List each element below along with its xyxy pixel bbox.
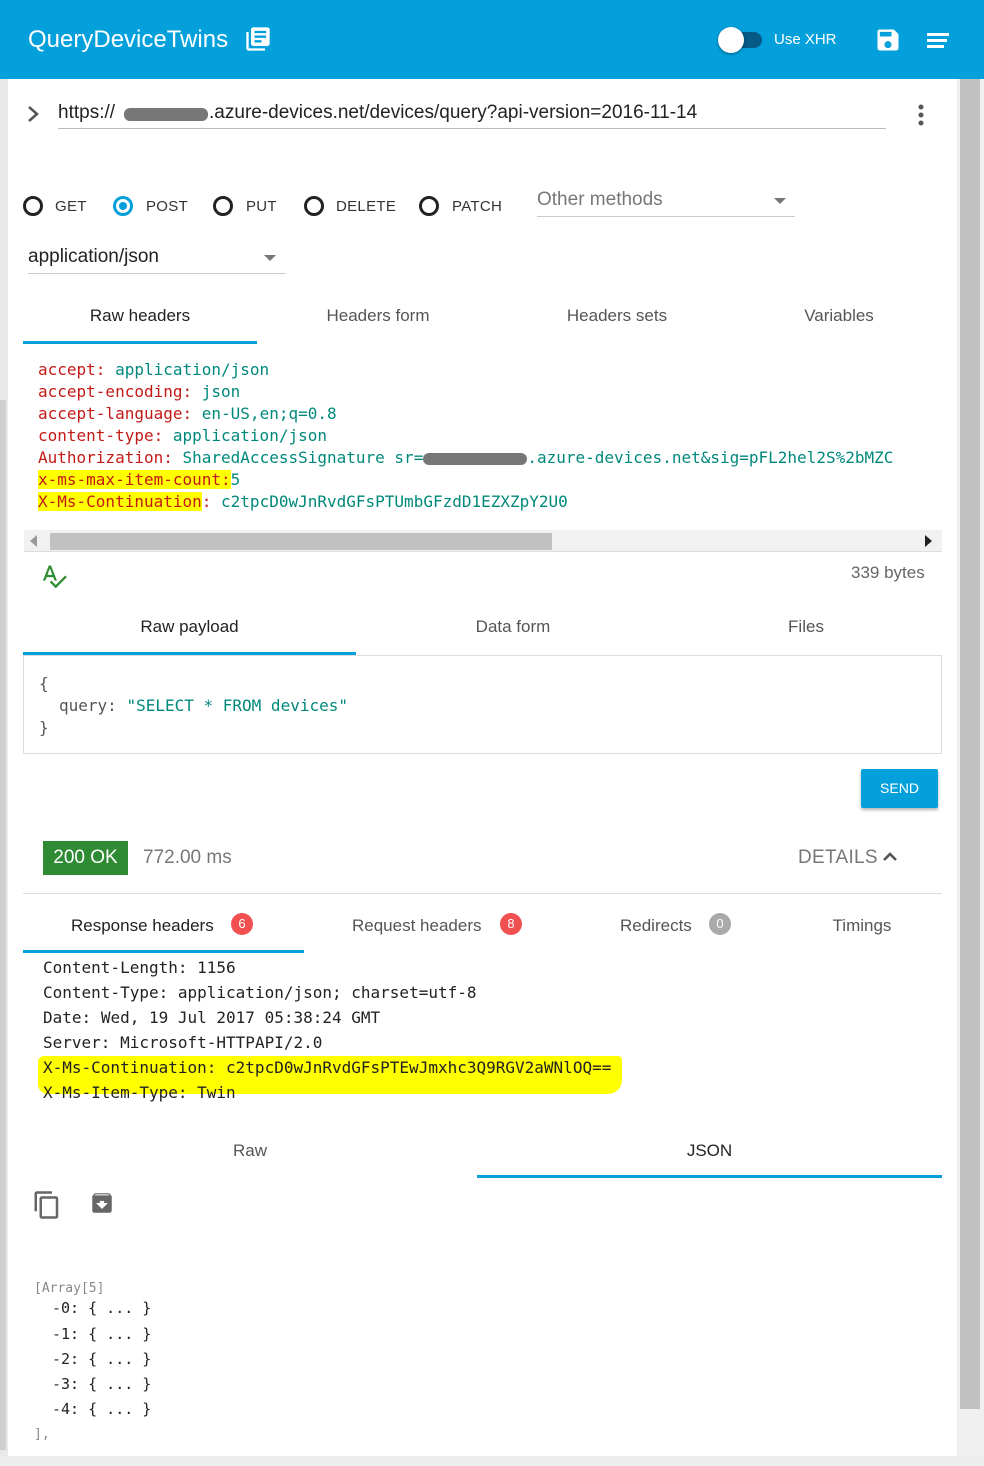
tab-indicator	[23, 950, 304, 953]
expand-url-icon[interactable]	[24, 103, 42, 125]
toggle-knob	[718, 27, 744, 53]
count-badge: 0	[709, 913, 731, 935]
tab-data-form[interactable]: Data form	[356, 617, 670, 637]
redacted-hostname	[423, 452, 528, 465]
horizontal-scrollbar[interactable]	[24, 530, 942, 552]
divider	[23, 893, 942, 894]
send-button[interactable]: SEND	[861, 769, 938, 808]
url-suffix: .azure-devices.net/devices/query?api-ver…	[209, 102, 698, 123]
method-get-radio[interactable]	[23, 196, 43, 216]
use-xhr-label: Use XHR	[774, 31, 837, 48]
response-header-line: X-Ms-Item-Type: Twin	[43, 1083, 236, 1102]
tab-raw-payload[interactable]: Raw payload	[23, 617, 356, 637]
details-toggle[interactable]: DETAILS	[798, 847, 878, 869]
tab-label: Redirects	[620, 916, 692, 935]
status-badge: 200 OK	[43, 841, 128, 875]
dropdown-caret-icon	[774, 198, 786, 204]
response-time: 772.00 ms	[143, 847, 232, 868]
tab-indicator	[23, 341, 257, 344]
response-header-line: Date: Wed, 19 Jul 2017 05:38:24 GMT	[43, 1008, 381, 1027]
scroll-right-icon[interactable]	[925, 535, 932, 547]
archive-icon[interactable]	[89, 1190, 115, 1216]
tab-variables[interactable]: Variables	[739, 306, 939, 326]
method-post-label: POST	[146, 198, 189, 215]
page-scrollbar-thumb[interactable]	[960, 79, 980, 1409]
chevron-up-icon[interactable]	[880, 846, 900, 868]
header-line: Authorization: SharedAccessSignature sr=…	[38, 448, 894, 467]
app-title: QueryDeviceTwins	[28, 26, 229, 53]
dropdown-caret-icon	[264, 255, 276, 261]
method-delete-label: DELETE	[336, 198, 397, 215]
header-line: x-ms-max-item-count:5	[38, 470, 241, 489]
payload-line: query: "SELECT * FROM devices"	[59, 696, 348, 715]
json-array-label: [Array[5]	[34, 1281, 105, 1296]
method-put-radio[interactable]	[213, 196, 233, 216]
content-type-value: application/json	[28, 246, 159, 267]
response-header-line: Content-Type: application/json; charset=…	[43, 983, 477, 1002]
url-underline	[58, 128, 886, 129]
tab-headers-form[interactable]: Headers form	[261, 306, 495, 326]
tab-response-headers[interactable]: Response headers 6	[23, 913, 304, 937]
method-get-label: GET	[55, 198, 87, 215]
content-type-dropdown[interactable]: application/json	[28, 244, 286, 274]
response-header-line: Content-Length: 1156	[43, 958, 236, 977]
payload-size: 339 bytes	[851, 563, 925, 582]
spellcheck-icon[interactable]	[40, 562, 68, 590]
save-icon[interactable]	[874, 26, 902, 54]
raw-headers-editor[interactable]: accept: application/json accept-encoding…	[23, 356, 942, 528]
method-patch-radio[interactable]	[419, 196, 439, 216]
tab-redirects[interactable]: Redirects 0	[564, 913, 764, 937]
response-header-line: X-Ms-Continuation: c2tpcD0wJnRvdGFsPTEwJ…	[43, 1058, 612, 1077]
json-item[interactable]: -1: { ... }	[52, 1325, 151, 1343]
header-line: content-type: application/json	[38, 426, 327, 445]
header-line: accept-encoding: json	[38, 382, 241, 401]
payload-editor[interactable]: { query: "SELECT * FROM devices" }	[23, 655, 942, 754]
copy-icon[interactable]	[32, 1190, 62, 1220]
json-item[interactable]: -4: { ... }	[52, 1400, 151, 1418]
tab-indicator	[477, 1175, 942, 1178]
count-badge: 6	[231, 913, 253, 935]
url-prefix: https://	[58, 102, 116, 123]
tab-files[interactable]: Files	[670, 617, 942, 637]
tab-headers-sets[interactable]: Headers sets	[500, 306, 734, 326]
header-line: accept-language: en-US,en;q=0.8	[38, 404, 337, 423]
json-item[interactable]: -2: { ... }	[52, 1350, 151, 1368]
header-line: accept: application/json	[38, 360, 270, 379]
json-array-close: ],	[34, 1427, 50, 1442]
payload-open-brace: {	[39, 674, 49, 693]
library-icon[interactable]	[244, 25, 272, 53]
json-item[interactable]: -0: { ... }	[52, 1299, 151, 1317]
count-badge: 8	[500, 913, 522, 935]
method-delete-radio[interactable]	[304, 196, 324, 216]
tab-raw[interactable]: Raw	[23, 1141, 477, 1161]
sort-menu-icon[interactable]	[924, 28, 952, 52]
method-post-radio[interactable]	[113, 196, 133, 216]
tab-request-headers[interactable]: Request headers 8	[304, 913, 564, 937]
tab-json[interactable]: JSON	[477, 1141, 942, 1161]
payload-close-brace: }	[39, 718, 49, 737]
tab-timings[interactable]: Timings	[782, 916, 942, 936]
method-patch-label: PATCH	[452, 198, 503, 215]
other-methods-dropdown[interactable]: Other methods	[537, 187, 795, 217]
horizontal-scrollbar-thumb[interactable]	[50, 533, 552, 550]
json-item[interactable]: -3: { ... }	[52, 1375, 151, 1393]
redacted-hostname	[122, 104, 210, 124]
left-edge-shade	[0, 400, 6, 1450]
use-xhr-toggle[interactable]	[718, 27, 764, 53]
tab-label: Response headers	[71, 916, 214, 935]
tab-raw-headers[interactable]: Raw headers	[23, 306, 257, 326]
tab-label: Request headers	[352, 916, 482, 935]
more-vert-icon[interactable]	[911, 102, 931, 128]
response-header-line: Server: Microsoft-HTTPAPI/2.0	[43, 1033, 323, 1052]
method-put-label: PUT	[246, 198, 277, 215]
header-line: X-Ms-Continuation: c2tpcD0wJnRvdGFsPTUmb…	[38, 492, 568, 511]
scroll-left-icon[interactable]	[30, 535, 37, 547]
other-methods-label: Other methods	[537, 189, 663, 210]
bottom-edge	[0, 1456, 984, 1466]
